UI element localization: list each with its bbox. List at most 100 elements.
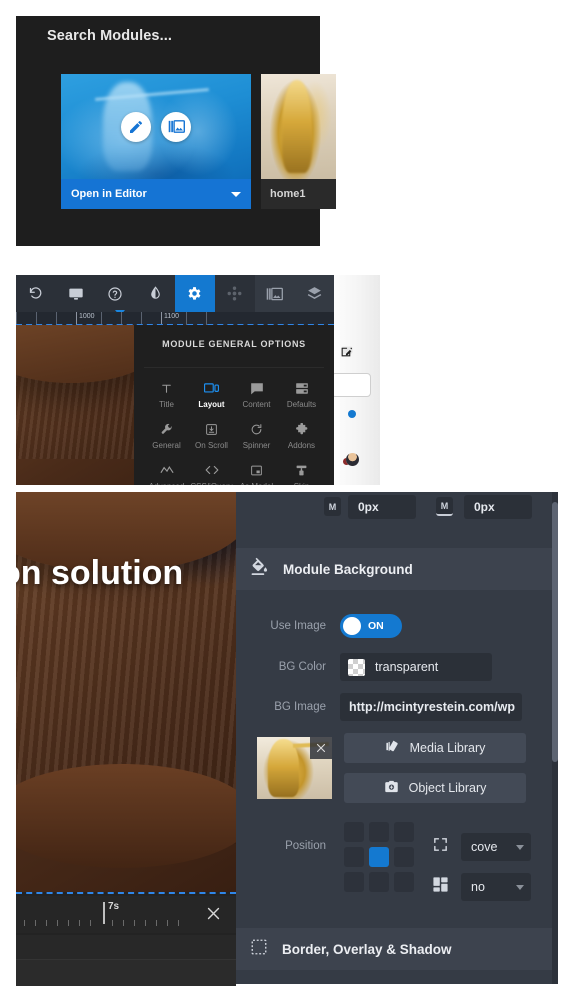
- option-label: Title: [159, 400, 174, 409]
- option-skin[interactable]: Skin: [279, 462, 324, 485]
- padding-right-unit-badge[interactable]: M: [436, 497, 453, 516]
- thumbnail-figure: [267, 739, 299, 797]
- module-thumbnail-actions: [61, 74, 251, 179]
- bg-image-thumbnail[interactable]: [257, 737, 332, 799]
- border-overlay-shadow-section-header[interactable]: Border, Overlay & Shadow: [236, 928, 552, 970]
- background-repeat-select[interactable]: no: [461, 873, 531, 901]
- pos-cell-bottom-center[interactable]: [369, 872, 389, 892]
- option-general[interactable]: General: [144, 421, 189, 450]
- bg-color-input[interactable]: transparent: [340, 653, 492, 681]
- pos-cell-middle-right[interactable]: [394, 847, 414, 867]
- wp-input-box[interactable]: [331, 373, 371, 397]
- playhead[interactable]: [103, 902, 105, 924]
- background-size-select[interactable]: cove: [461, 833, 531, 861]
- option-on-scroll[interactable]: On Scroll: [189, 421, 234, 450]
- help-icon[interactable]: [96, 275, 136, 312]
- background-repeat-value: no: [471, 880, 485, 894]
- module-card-home1[interactable]: home1: [261, 74, 336, 209]
- open-in-editor-button[interactable]: Open in Editor: [61, 179, 251, 209]
- padding-left-unit-badge[interactable]: M: [324, 497, 341, 516]
- pos-cell-middle-left[interactable]: [344, 847, 364, 867]
- option-label: Advanced: [149, 482, 185, 485]
- background-repeat-row: no: [432, 873, 531, 901]
- toggle-state-label: ON: [368, 620, 384, 632]
- gear-icon[interactable]: [175, 275, 215, 312]
- close-icon[interactable]: [205, 905, 222, 927]
- popover-title: MODULE GENERAL OPTIONS: [162, 339, 306, 349]
- option-label: Content: [242, 400, 271, 409]
- option-css-jquery[interactable]: CSS/jQuery: [189, 462, 234, 485]
- list-icon: [295, 380, 309, 396]
- editor-toolbar: [16, 275, 334, 316]
- download-box-icon: [205, 421, 218, 437]
- pos-cell-top-center[interactable]: [369, 822, 389, 842]
- pos-cell-top-right[interactable]: [394, 822, 414, 842]
- slides-icon[interactable]: [254, 275, 295, 312]
- bg-image-input[interactable]: http://mcintyrestein.com/wp: [340, 693, 522, 721]
- use-image-row: Use Image ON: [236, 614, 552, 638]
- chevron-down-icon[interactable]: [516, 844, 524, 850]
- checkerboard-icon[interactable]: [348, 658, 365, 676]
- pos-cell-bottom-left[interactable]: [344, 872, 364, 892]
- timeline-time-label: 7s: [108, 901, 120, 912]
- media-library-button[interactable]: Media Library: [344, 733, 526, 763]
- scrollbar-thumb[interactable]: [552, 502, 558, 762]
- screenshot-root: Search Modules... Open in Editor home1 1…: [0, 0, 564, 1000]
- position-label: Position: [285, 840, 326, 852]
- option-label: Skin: [294, 482, 310, 485]
- slides-icon[interactable]: [161, 111, 191, 142]
- slider-preview[interactable]: on solution: [16, 492, 236, 892]
- text-icon: [160, 380, 173, 396]
- undo-icon[interactable]: [16, 275, 56, 312]
- pos-cell-top-left[interactable]: [344, 822, 364, 842]
- camera-icon: [384, 779, 399, 797]
- option-layout[interactable]: Layout: [189, 380, 234, 409]
- padding-right-input[interactable]: 0px: [464, 495, 532, 519]
- comment-icon: [250, 380, 264, 396]
- ruler-label: 1100: [164, 313, 180, 320]
- chart-line-icon: [160, 462, 174, 478]
- module-card-justice[interactable]: Open in Editor: [61, 74, 251, 209]
- option-spinner[interactable]: Spinner: [234, 421, 279, 450]
- option-addons[interactable]: Addons: [279, 421, 324, 450]
- timeline-ruler[interactable]: 7s: [16, 896, 236, 933]
- background-size-value: cove: [471, 840, 498, 854]
- status-dot: [348, 410, 356, 418]
- timeline-ticks: [16, 920, 236, 928]
- use-image-toggle[interactable]: ON: [340, 614, 402, 638]
- chevron-down-icon[interactable]: [516, 884, 524, 890]
- section-title: Module Background: [283, 561, 413, 577]
- module-background-section-header[interactable]: Module Background: [236, 548, 552, 590]
- caret-down-icon[interactable]: [231, 191, 241, 197]
- bg-color-row: BG Color transparent: [236, 653, 552, 681]
- avatar: [346, 453, 359, 466]
- bg-image-label: BG Image: [274, 701, 326, 713]
- option-defaults[interactable]: Defaults: [279, 380, 324, 409]
- option-title[interactable]: Title: [144, 380, 189, 409]
- open-in-editor-label: Open in Editor: [71, 188, 147, 200]
- module-card-label: home1: [261, 179, 336, 209]
- module-general-options-popover: MODULE GENERAL OPTIONS Title Layout Cont…: [134, 325, 334, 485]
- object-library-button[interactable]: Object Library: [344, 773, 526, 803]
- layers-icon[interactable]: [294, 275, 334, 312]
- pos-cell-bottom-right[interactable]: [394, 872, 414, 892]
- pencil-icon[interactable]: [121, 111, 151, 142]
- paint-bucket-icon: [250, 557, 269, 581]
- background-position-grid[interactable]: [344, 822, 414, 892]
- edit-pencil-icon[interactable]: [340, 345, 353, 363]
- pos-cell-middle-center[interactable]: [369, 847, 389, 867]
- padding-left-input[interactable]: 0px: [348, 495, 416, 519]
- move-icon[interactable]: [215, 275, 255, 312]
- contrast-icon[interactable]: [135, 275, 175, 312]
- code-icon: [205, 462, 219, 478]
- remove-image-button[interactable]: [310, 737, 332, 759]
- option-content[interactable]: Content: [234, 380, 279, 409]
- option-as-modal[interactable]: As Modal: [234, 462, 279, 485]
- layout-icon: [204, 380, 219, 396]
- option-advanced[interactable]: Advanced: [144, 462, 189, 485]
- desktop-icon[interactable]: [56, 275, 125, 316]
- search-modules-input[interactable]: Search Modules...: [47, 28, 172, 44]
- settings-scrollbar[interactable]: [552, 492, 558, 984]
- timeline-track[interactable]: [16, 960, 236, 986]
- timeline-track[interactable]: [16, 935, 236, 960]
